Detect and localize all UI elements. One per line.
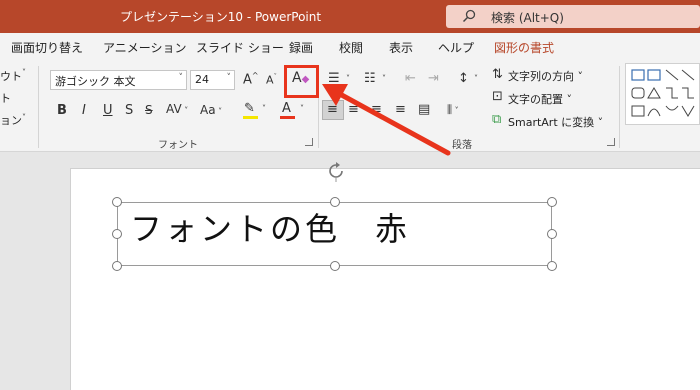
align-right-icon[interactable]: ≡	[371, 103, 382, 116]
chevron-down-icon: ˅	[474, 74, 478, 83]
tab-record[interactable]: 録画	[289, 39, 313, 56]
convert-smartart-button[interactable]: SmartArt に変換 ˅	[508, 114, 603, 130]
text-direction-button[interactable]: 文字列の方向 ˅	[508, 68, 583, 84]
underline-button[interactable]: U	[103, 104, 113, 117]
group-separator	[619, 66, 620, 148]
tab-shape-format[interactable]: 図形の書式	[494, 39, 554, 56]
tab-slideshow[interactable]: スライド ショー	[196, 39, 284, 56]
ribbon-tabs: 画面切り替え アニメーション スライド ショー 録画 校閲 表示 ヘルプ 図形の…	[0, 33, 700, 60]
align-text-button[interactable]: 文字の配置 ˅	[508, 91, 572, 107]
window-title: プレゼンテーション10 - PowerPoint	[120, 10, 322, 24]
tab-view[interactable]: 表示	[389, 39, 413, 56]
character-spacing-button[interactable]: AV ˅	[166, 103, 188, 115]
resize-handle-bottom-right[interactable]	[547, 261, 557, 271]
layout-button[interactable]: ウト	[0, 68, 22, 84]
smartart-icon: ⧉	[492, 112, 502, 127]
font-size-combo[interactable]: 24 ˅	[190, 70, 235, 90]
paragraph-dialog-launcher[interactable]	[607, 138, 615, 146]
shadow-button[interactable]: S	[125, 104, 133, 117]
clear-formatting-highlight	[284, 65, 319, 98]
shapes-gallery[interactable]	[625, 63, 700, 125]
font-dialog-launcher[interactable]	[305, 138, 313, 146]
numbering-icon[interactable]: ☷	[364, 72, 376, 85]
section-button[interactable]: ョン	[0, 112, 22, 128]
title-bar: プレゼンテーション10 - PowerPoint 検索 (Alt+Q)	[0, 0, 700, 33]
font-color-bar	[280, 116, 295, 119]
reset-button[interactable]: ト	[0, 90, 11, 106]
change-case-button[interactable]: Aa ˅	[200, 104, 222, 116]
search-placeholder: 検索 (Alt+Q)	[491, 11, 564, 25]
increase-indent-icon[interactable]: ⇥	[428, 72, 439, 85]
highlighter-icon[interactable]: ✎	[244, 102, 255, 115]
align-center-icon[interactable]: ≡	[348, 103, 359, 116]
align-text-icon: ⊡	[492, 89, 503, 104]
chevron-down-icon: ˅	[226, 73, 232, 83]
resize-handle-left[interactable]	[112, 229, 122, 239]
group-separator	[38, 66, 39, 148]
decrease-indent-icon[interactable]: ⇤	[405, 72, 416, 85]
chevron-down-icon: ˅	[382, 74, 386, 83]
font-color-button[interactable]: A	[282, 102, 291, 115]
resize-handle-top-left[interactable]	[112, 197, 122, 207]
justify-icon[interactable]: ≡	[395, 103, 406, 116]
shrink-font-icon[interactable]: Aˇ	[266, 74, 277, 86]
search-icon	[462, 9, 476, 23]
chevron-down-icon: ˅	[22, 113, 26, 122]
resize-handle-bottom-left[interactable]	[112, 261, 122, 271]
chevron-down-icon: ˅	[262, 104, 266, 113]
bullets-icon[interactable]: ☰	[328, 72, 340, 85]
paragraph-group-label: 段落	[452, 140, 472, 151]
resize-handle-top[interactable]	[330, 197, 340, 207]
line-spacing-icon[interactable]: ↕	[458, 72, 469, 85]
tab-animations[interactable]: アニメーション	[103, 39, 187, 56]
grow-font-icon[interactable]: A^	[243, 72, 259, 87]
resize-handle-top-right[interactable]	[547, 197, 557, 207]
slide-text[interactable]: フォントの色 赤	[130, 204, 410, 250]
italic-button[interactable]: I	[82, 104, 86, 117]
shapes-gallery-icons	[631, 69, 695, 117]
tab-help[interactable]: ヘルプ	[438, 39, 474, 56]
font-group-label: フォント	[158, 140, 198, 151]
chevron-down-icon: ˅	[178, 73, 184, 83]
font-size-value: 24	[195, 73, 209, 86]
strikethrough-button[interactable]: S	[145, 104, 153, 116]
text-direction-icon: ⇅	[492, 67, 503, 82]
chevron-down-icon: ˅	[346, 74, 350, 83]
ribbon: ウト ˅ ト ョン ˅ 游ゴシック 本文 ˅ 24 ˅ A^ Aˇ A◆ B I…	[0, 60, 700, 152]
font-name-value: 游ゴシック 本文	[55, 75, 136, 88]
align-left-button[interactable]: ≡	[322, 100, 344, 120]
font-name-combo[interactable]: 游ゴシック 本文 ˅	[50, 70, 187, 90]
chevron-down-icon: ˅	[22, 68, 26, 77]
align-left-icon: ≡	[327, 102, 338, 117]
search-box[interactable]: 検索 (Alt+Q)	[446, 5, 700, 28]
bold-button[interactable]: B	[57, 104, 67, 117]
rotate-handle-icon[interactable]	[325, 160, 347, 182]
tab-review[interactable]: 校閲	[339, 39, 363, 56]
highlighter-color-bar	[243, 116, 258, 119]
distributed-icon[interactable]: ▤	[418, 103, 430, 116]
resize-handle-right[interactable]	[547, 229, 557, 239]
chevron-down-icon: ˅	[300, 104, 304, 113]
tab-transitions[interactable]: 画面切り替え	[11, 39, 83, 56]
resize-handle-bottom[interactable]	[330, 261, 340, 271]
columns-icon[interactable]: ⫼ ˅	[447, 104, 459, 115]
